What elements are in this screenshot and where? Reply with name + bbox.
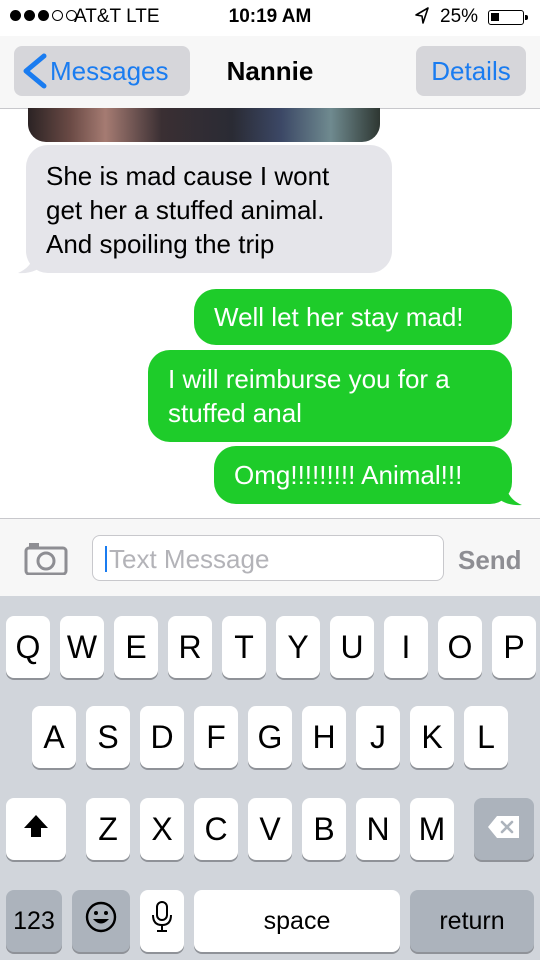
key-i[interactable]: I bbox=[384, 616, 428, 678]
shift-icon bbox=[22, 811, 50, 848]
dictation-key[interactable] bbox=[140, 890, 184, 952]
photo-attachment[interactable] bbox=[28, 108, 380, 142]
key-b[interactable]: B bbox=[302, 798, 346, 860]
keyboard: Q W E R T Y U I O P A S D F G H J K L Z … bbox=[0, 596, 540, 960]
status-bar: AT&T LTE 10:19 AM 25% bbox=[0, 0, 540, 36]
key-o[interactable]: O bbox=[438, 616, 482, 678]
emoji-key[interactable] bbox=[72, 890, 130, 952]
emoji-icon bbox=[84, 900, 118, 942]
key-q[interactable]: Q bbox=[6, 616, 50, 678]
return-key[interactable]: return bbox=[410, 890, 534, 952]
shift-key[interactable] bbox=[6, 798, 66, 860]
location-arrow-icon bbox=[414, 6, 430, 31]
battery-icon bbox=[488, 10, 528, 25]
message-input-bar: Text Message Send bbox=[0, 518, 540, 597]
key-k[interactable]: K bbox=[410, 706, 454, 768]
key-r[interactable]: R bbox=[168, 616, 212, 678]
camera-icon[interactable] bbox=[24, 541, 68, 576]
backspace-key[interactable] bbox=[474, 798, 534, 860]
message-bubble-sent[interactable]: I will reimburse you for a stuffed anal bbox=[148, 350, 512, 442]
key-a[interactable]: A bbox=[32, 706, 76, 768]
message-bubble-sent[interactable]: Omg!!!!!!!!! Animal!!! bbox=[214, 446, 512, 504]
text-cursor bbox=[105, 546, 107, 572]
key-c[interactable]: C bbox=[194, 798, 238, 860]
text-message-input[interactable]: Text Message bbox=[92, 535, 444, 581]
backspace-icon bbox=[486, 811, 522, 848]
input-placeholder: Text Message bbox=[109, 544, 270, 574]
key-f[interactable]: F bbox=[194, 706, 238, 768]
navigation-bar: Messages Nannie Details bbox=[0, 36, 540, 109]
key-m[interactable]: M bbox=[410, 798, 454, 860]
key-z[interactable]: Z bbox=[86, 798, 130, 860]
key-g[interactable]: G bbox=[248, 706, 292, 768]
space-key[interactable]: space bbox=[194, 890, 400, 952]
message-bubble-sent[interactable]: Well let her stay mad! bbox=[194, 289, 512, 345]
battery-percent: 25% bbox=[440, 6, 479, 27]
microphone-icon bbox=[151, 900, 173, 942]
send-button[interactable]: Send bbox=[458, 545, 522, 576]
key-t[interactable]: T bbox=[222, 616, 266, 678]
numbers-key[interactable]: 123 bbox=[6, 890, 62, 952]
key-p[interactable]: P bbox=[492, 616, 536, 678]
key-d[interactable]: D bbox=[140, 706, 184, 768]
key-x[interactable]: X bbox=[140, 798, 184, 860]
key-w[interactable]: W bbox=[60, 616, 104, 678]
key-e[interactable]: E bbox=[114, 616, 158, 678]
key-y[interactable]: Y bbox=[276, 616, 320, 678]
message-bubble-received[interactable]: She is mad cause I wont get her a stuffe… bbox=[26, 145, 392, 273]
key-s[interactable]: S bbox=[86, 706, 130, 768]
key-h[interactable]: H bbox=[302, 706, 346, 768]
key-n[interactable]: N bbox=[356, 798, 400, 860]
key-v[interactable]: V bbox=[248, 798, 292, 860]
key-l[interactable]: L bbox=[464, 706, 508, 768]
details-button[interactable]: Details bbox=[416, 46, 526, 96]
key-u[interactable]: U bbox=[330, 616, 374, 678]
key-j[interactable]: J bbox=[356, 706, 400, 768]
